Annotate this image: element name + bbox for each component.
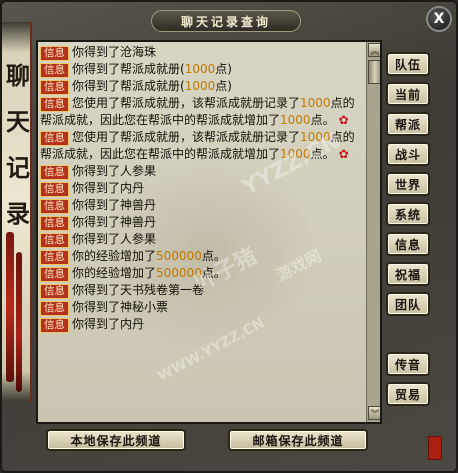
info-tag[interactable]: 信息	[40, 165, 69, 180]
message-text: 您使用了帮派成就册，该帮派成就册记录了1000点的帮派成就，因此您在帮派中的帮派…	[40, 130, 355, 161]
list-item: 信息 你得到了沧海珠	[40, 44, 366, 61]
window-title: 聊天记录查询	[151, 10, 301, 32]
red-seal-stamp	[428, 436, 442, 460]
info-tag[interactable]: 信息	[40, 267, 69, 282]
list-item: 信息 你得到了天书残卷第一卷	[40, 282, 366, 299]
channel-button-guild[interactable]: 帮派	[386, 112, 430, 136]
channel-button-transmit[interactable]: 传音	[386, 352, 430, 376]
rose-icon: ✿	[338, 113, 349, 127]
scroll-thumb[interactable]	[368, 60, 380, 84]
list-item: 信息 你得到了人参果	[40, 231, 366, 248]
info-tag[interactable]: 信息	[40, 301, 69, 316]
message-text: 你得到了帮派成就册(1000点)	[72, 62, 232, 76]
red-tassel	[6, 232, 14, 382]
chat-log-panel[interactable]: 信息 你得到了沧海珠 信息 你得到了帮派成就册(1000点) 信息 你得到了帮派成就册…	[36, 40, 382, 424]
scrollbar[interactable]: ︽ ︾	[366, 42, 380, 422]
title-bar: 聊天记录查询	[30, 8, 422, 34]
message-text: 你得到了人参果	[72, 164, 157, 178]
channel-button-current[interactable]: 当前	[386, 82, 430, 106]
info-tag[interactable]: 信息	[40, 63, 69, 78]
channel-button-blessing[interactable]: 祝福	[386, 262, 430, 286]
rose-icon: ✿	[338, 147, 349, 161]
banner-char: 天	[6, 107, 30, 136]
info-tag[interactable]: 信息	[40, 318, 69, 333]
info-tag[interactable]: 信息	[40, 284, 69, 299]
red-tassel	[16, 252, 22, 392]
message-text: 你得到了帮派成就册(1000点)	[72, 79, 232, 93]
list-item: 信息 你得到了人参果	[40, 163, 366, 180]
channel-button-system[interactable]: 系统	[386, 202, 430, 226]
channel-button-world[interactable]: 世界	[386, 172, 430, 196]
message-text: 你得到了内丹	[72, 317, 145, 331]
info-tag[interactable]: 信息	[40, 233, 69, 248]
message-text: 你得到了神秘小票	[72, 300, 169, 314]
channel-button-trade[interactable]: 贸易	[386, 382, 430, 406]
info-tag[interactable]: 信息	[40, 131, 69, 146]
mail-save-button[interactable]: 邮箱保存此频道	[228, 429, 368, 451]
info-tag[interactable]: 信息	[40, 250, 69, 265]
channel-button-battle[interactable]: 战斗	[386, 142, 430, 166]
message-text: 您使用了帮派成就册，该帮派成就册记录了1000点的帮派成就，因此您在帮派中的帮派…	[40, 96, 355, 127]
list-item: 信息 您使用了帮派成就册，该帮派成就册记录了1000点的帮派成就，因此您在帮派中的…	[40, 129, 366, 163]
channel-button-info[interactable]: 信息	[386, 232, 430, 256]
double-chevron-down-icon[interactable]: ︾	[368, 406, 380, 420]
list-item: 信息 你得到了神兽丹	[40, 214, 366, 231]
info-tag[interactable]: 信息	[40, 199, 69, 214]
info-tag[interactable]: 信息	[40, 46, 69, 61]
list-item: 信息 你的经验增加了500000点。	[40, 248, 366, 265]
message-text: 你得到了天书残卷第一卷	[72, 283, 205, 297]
local-save-button[interactable]: 本地保存此频道	[46, 429, 186, 451]
list-item: 信息 你得到了帮派成就册(1000点)	[40, 78, 366, 95]
info-tag[interactable]: 信息	[40, 97, 69, 112]
chat-history-window: 聊 天 记 录 聊天记录查询 X 信息 你得到了沧海珠 信息 你得到了帮派成就册(1…	[0, 0, 458, 473]
message-text: 你的经验增加了500000点。	[72, 266, 226, 280]
info-tag[interactable]: 信息	[40, 182, 69, 197]
info-tag[interactable]: 信息	[40, 80, 69, 95]
message-text: 你得到了神兽丹	[72, 215, 157, 229]
banner-char: 录	[6, 199, 30, 228]
message-text: 你得到了沧海珠	[72, 45, 157, 59]
banner-char: 记	[6, 153, 30, 182]
message-text: 你得到了神兽丹	[72, 198, 157, 212]
list-item: 信息 你的经验增加了500000点。	[40, 265, 366, 282]
message-text: 你的经验增加了500000点。	[72, 249, 226, 263]
double-chevron-up-icon[interactable]: ︽	[368, 43, 380, 57]
banner-char: 聊	[6, 61, 30, 90]
list-item: 信息 您使用了帮派成就册，该帮派成就册记录了1000点的帮派成就，因此您在帮派中的…	[40, 95, 366, 129]
channel-button-team[interactable]: 队伍	[386, 52, 430, 76]
message-text: 你得到了内丹	[72, 181, 145, 195]
close-button[interactable]: X	[426, 6, 452, 32]
list-item: 信息 你得到了内丹	[40, 180, 366, 197]
list-item: 信息 你得到了内丹	[40, 316, 366, 333]
channel-button-group[interactable]: 团队	[386, 292, 430, 316]
message-text: 你得到了人参果	[72, 232, 157, 246]
list-item: 信息 你得到了帮派成就册(1000点)	[40, 61, 366, 78]
list-item: 信息 你得到了神兽丹	[40, 197, 366, 214]
list-item: 信息 你得到了神秘小票	[40, 299, 366, 316]
info-tag[interactable]: 信息	[40, 216, 69, 231]
message-list: 信息 你得到了沧海珠 信息 你得到了帮派成就册(1000点) 信息 你得到了帮派成就册…	[40, 44, 366, 333]
